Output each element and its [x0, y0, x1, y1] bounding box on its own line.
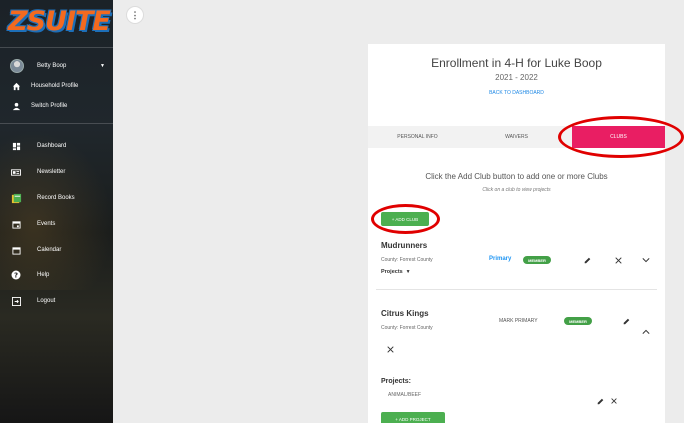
sidebar-item-label: Dashboard	[37, 143, 67, 149]
close-icon	[614, 256, 622, 264]
expand-club-button[interactable]	[641, 255, 651, 265]
pencil-icon	[597, 398, 603, 404]
record-books-icon	[10, 192, 22, 204]
help-icon: ?	[10, 269, 22, 281]
caret-down-icon: ▼	[404, 269, 411, 275]
member-badge: MEMBER	[523, 256, 551, 264]
avatar	[10, 59, 24, 73]
remove-club-button[interactable]	[385, 344, 395, 354]
calendar-icon	[10, 244, 22, 256]
chevron-down-icon	[642, 258, 650, 263]
back-to-dashboard-link[interactable]: BACK TO DASHBOARD	[368, 90, 665, 96]
user-name: Betty Boop	[37, 63, 67, 69]
close-icon	[386, 345, 394, 353]
annotation-circle-clubs-tab	[558, 116, 684, 158]
close-icon	[611, 398, 617, 404]
more-vert-button[interactable]: ⋮	[126, 6, 144, 24]
home-icon	[10, 80, 22, 92]
sidebar-item-dashboard[interactable]: Dashboard	[10, 139, 66, 153]
calendar-event-icon	[10, 218, 22, 230]
caret-down-icon: ▼	[100, 63, 105, 69]
sidebar-item-label: Logout	[37, 298, 56, 304]
dashboard-icon	[10, 140, 22, 152]
project-item: ANIMAL/BEEF	[388, 392, 422, 398]
projects-toggle-label: Projects	[381, 269, 403, 275]
projects-heading: Projects:	[381, 378, 411, 385]
pencil-icon	[584, 257, 590, 263]
sidebar: ZSUITE Betty Boop ▼ Household Profile Sw…	[0, 0, 113, 423]
sidebar-item-label: Switch Profile	[31, 103, 68, 109]
club-view-hint: Click on a club to view projects	[482, 187, 551, 193]
member-badge: MEMBER	[564, 317, 592, 325]
projects-dropdown[interactable]: Projects ▼	[381, 269, 411, 275]
club-name[interactable]: Mudrunners	[381, 241, 427, 250]
tab-personal-info[interactable]: PERSONAL INFO	[368, 126, 467, 148]
club-divider	[376, 289, 657, 290]
annotation-circle-add-club	[371, 204, 440, 234]
more-vert-icon: ⋮	[130, 9, 140, 20]
sidebar-item-label: Events	[37, 221, 56, 227]
sidebar-item-calendar[interactable]: Calendar	[10, 243, 61, 257]
sidebar-item-record-books[interactable]: Record Books	[10, 191, 75, 205]
logo-text: ZSUITE	[8, 6, 111, 37]
sidebar-divider	[0, 47, 113, 48]
sidebar-item-logout[interactable]: Logout	[10, 294, 55, 308]
enrollment-card: Enrollment in 4-H for Luke Boop 2021 - 2…	[368, 44, 684, 423]
sidebar-item-label: Household Profile	[31, 83, 79, 89]
sidebar-item-label: Calendar	[37, 247, 62, 253]
sidebar-item-label: Help	[37, 272, 50, 278]
pencil-icon	[623, 318, 629, 324]
page-title: Enrollment in 4-H for Luke Boop	[431, 56, 602, 70]
sidebar-item-label: Record Books	[37, 195, 75, 201]
club-county: County: Forrest County	[381, 257, 433, 263]
primary-label: Primary	[489, 256, 512, 262]
remove-club-button[interactable]	[613, 255, 623, 265]
enrollment-year: 2021 - 2022	[495, 73, 538, 82]
sidebar-item-household-profile[interactable]: Household Profile	[10, 79, 78, 93]
sidebar-item-label: Newsletter	[37, 169, 66, 175]
mark-primary-button[interactable]: MARK PRIMARY	[499, 318, 538, 324]
sidebar-item-switch-profile[interactable]: Switch Profile	[10, 99, 67, 113]
svg-text:?: ?	[14, 272, 18, 280]
sidebar-divider	[0, 123, 113, 124]
remove-project-button[interactable]	[609, 396, 619, 406]
newsletter-icon	[10, 166, 22, 178]
sidebar-item-newsletter[interactable]: Newsletter	[10, 165, 65, 179]
user-menu[interactable]: Betty Boop ▼	[10, 58, 105, 74]
edit-club-button[interactable]	[582, 255, 592, 265]
sidebar-item-help[interactable]: ? Help	[10, 268, 49, 282]
club-county: County: Forrest County	[381, 325, 433, 331]
edit-club-button[interactable]	[621, 316, 631, 326]
tab-waivers[interactable]: WAIVERS	[467, 126, 566, 148]
logout-icon	[10, 295, 22, 307]
person-icon	[10, 100, 22, 112]
zsuite-logo[interactable]: ZSUITE	[8, 4, 111, 40]
chevron-up-icon	[642, 329, 650, 334]
collapse-club-button[interactable]	[641, 327, 651, 337]
add-project-button[interactable]: + ADD PROJECT	[381, 412, 445, 423]
add-club-instructions: Click the Add Club button to add one or …	[425, 172, 608, 181]
sidebar-item-events[interactable]: Events	[10, 217, 55, 231]
club-name[interactable]: Citrus Kings	[381, 309, 429, 318]
edit-project-button[interactable]	[595, 396, 605, 406]
